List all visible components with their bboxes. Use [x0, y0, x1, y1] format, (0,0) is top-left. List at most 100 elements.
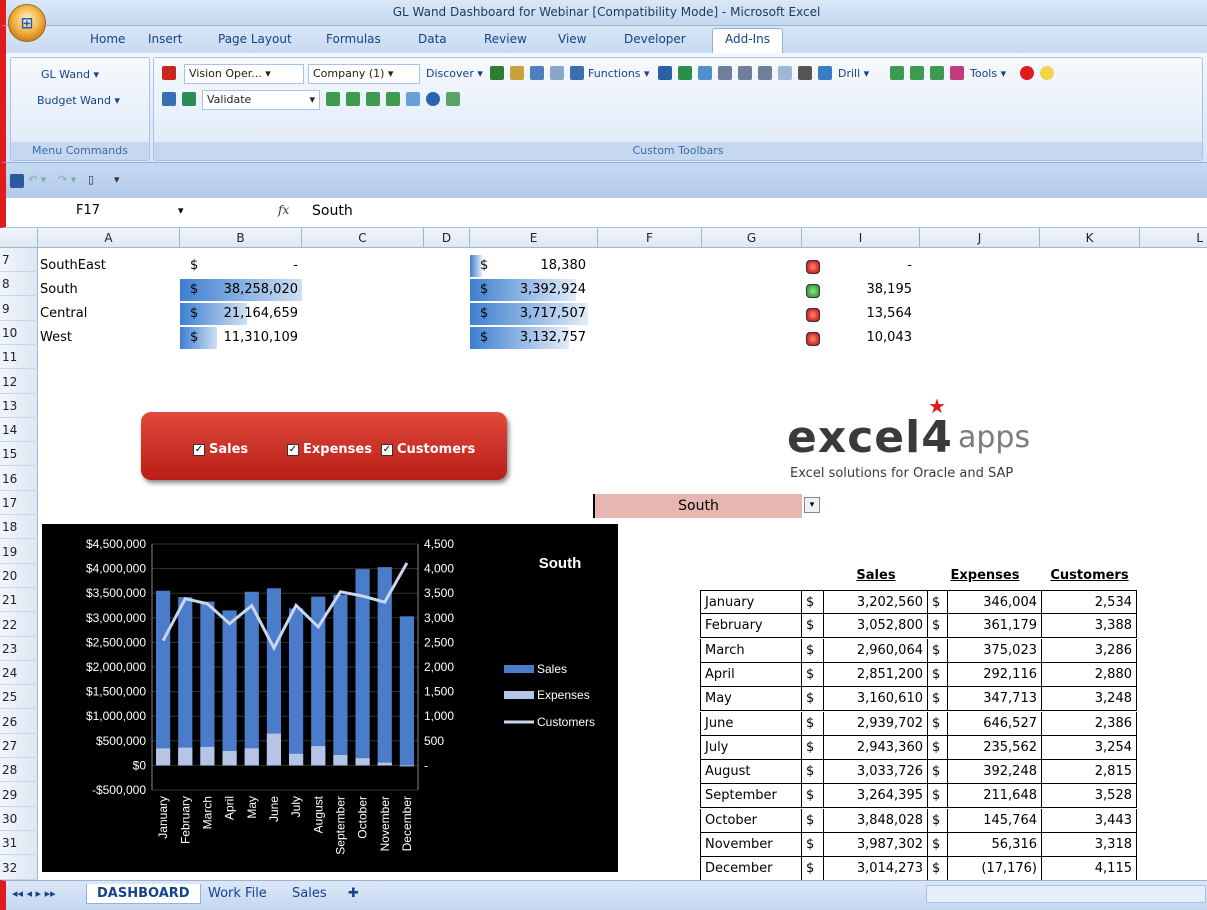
sales-checkbox[interactable]: ✓ Sales: [193, 442, 248, 457]
row-header[interactable]: 11: [0, 345, 38, 370]
camera-icon[interactable]: [798, 66, 812, 80]
add-hierarchy-icon[interactable]: [530, 66, 544, 80]
tree-icon[interactable]: [490, 66, 504, 80]
office-button[interactable]: ⊞: [8, 4, 46, 42]
refresh-icon[interactable]: [406, 92, 420, 106]
row-header[interactable]: 28: [0, 758, 38, 783]
gl-wand-menu[interactable]: GL Wand ▾: [41, 68, 99, 81]
functions-icon[interactable]: [570, 66, 584, 80]
row-header[interactable]: 16: [0, 467, 38, 491]
drill-down-icon[interactable]: [890, 66, 904, 80]
fx-sum-icon[interactable]: [162, 92, 176, 106]
column-header[interactable]: J: [920, 228, 1040, 248]
row-header[interactable]: 13: [0, 394, 38, 418]
calculator-icon[interactable]: [778, 66, 792, 80]
fx-dollar-icon[interactable]: [658, 66, 672, 80]
validate-combo[interactable]: Validate ▾: [202, 90, 320, 110]
fx-budget-icon[interactable]: [678, 66, 692, 80]
report-r-icon[interactable]: [718, 66, 732, 80]
insert-sheet-icon[interactable]: ✚: [338, 884, 369, 904]
insert-r-icon[interactable]: [326, 92, 340, 106]
column-header[interactable]: E: [470, 228, 598, 248]
budget-wand-menu[interactable]: Budget Wand ▾: [37, 94, 120, 107]
tab-page-layout[interactable]: Page Layout: [218, 32, 292, 46]
ledger-combo[interactable]: Vision Oper... ▾: [184, 64, 304, 84]
row-header[interactable]: 18: [0, 515, 38, 540]
row-header[interactable]: 24: [0, 661, 38, 686]
drill-across-icon[interactable]: [910, 66, 924, 80]
tab-developer[interactable]: Developer: [624, 32, 686, 46]
row-header[interactable]: 31: [0, 831, 38, 856]
insert-a-icon[interactable]: [366, 92, 380, 106]
column-header[interactable]: D: [424, 228, 470, 248]
company-combo[interactable]: Company (1) ▾: [308, 64, 420, 84]
sheet-tab-sales[interactable]: Sales: [282, 884, 337, 904]
new-document-icon[interactable]: ▯: [88, 173, 94, 186]
tab-add-ins[interactable]: Add-Ins: [712, 28, 783, 54]
row-header[interactable]: 20: [0, 564, 38, 588]
row-header[interactable]: 29: [0, 783, 38, 807]
filter-icon[interactable]: [818, 66, 832, 80]
sheet-nav-icon[interactable]: ◂◂ ◂ ▸ ▸▸: [12, 887, 56, 900]
row-header[interactable]: 26: [0, 710, 38, 734]
gl-wand-icon[interactable]: [162, 66, 176, 80]
name-box-dropdown-icon[interactable]: ▾: [178, 204, 184, 217]
formula-input[interactable]: South: [312, 203, 353, 219]
row-header[interactable]: 15: [0, 442, 38, 467]
tab-insert[interactable]: Insert: [148, 32, 182, 46]
row-header[interactable]: 10: [0, 321, 38, 345]
column-header[interactable]: A: [38, 228, 180, 248]
row-header[interactable]: 9: [0, 297, 38, 321]
row-header[interactable]: 14: [0, 418, 38, 443]
chart-wizard-icon[interactable]: [446, 92, 460, 106]
horizontal-scrollbar[interactable]: [926, 885, 1206, 903]
region-dropdown-arrow-icon[interactable]: ▾: [804, 497, 820, 513]
insert-s-icon[interactable]: [346, 92, 360, 106]
row-header[interactable]: 7: [0, 248, 38, 272]
help-icon[interactable]: [1040, 66, 1054, 80]
expenses-checkbox[interactable]: ✓ Expenses: [287, 442, 372, 457]
customize-qat-icon[interactable]: ▾: [114, 173, 120, 186]
fx-icon[interactable]: fx: [278, 203, 289, 217]
column-header[interactable]: B: [180, 228, 302, 248]
tab-home[interactable]: Home: [90, 32, 125, 46]
select-all-corner[interactable]: [0, 228, 38, 248]
row-header[interactable]: 22: [0, 613, 38, 637]
column-header[interactable]: C: [302, 228, 424, 248]
row-header[interactable]: 25: [0, 685, 38, 710]
save-icon[interactable]: [10, 174, 24, 188]
series-toggle-panel[interactable]: ✓ Sales ✓ Expenses ✓ Customers: [141, 412, 507, 480]
drill-star-icon[interactable]: [950, 66, 964, 80]
row-header[interactable]: 8: [0, 272, 38, 297]
hierarchy-icon[interactable]: [510, 66, 524, 80]
drill-menu[interactable]: Drill ▾: [838, 67, 869, 80]
row-header[interactable]: 17: [0, 491, 38, 515]
row-header[interactable]: 12: [0, 370, 38, 394]
fx-up-icon[interactable]: [182, 92, 196, 106]
column-header[interactable]: L: [1140, 228, 1207, 248]
report-s-icon[interactable]: [738, 66, 752, 80]
column-header[interactable]: F: [598, 228, 702, 248]
column-header[interactable]: G: [702, 228, 802, 248]
row-header[interactable]: 19: [0, 540, 38, 564]
grid-icon[interactable]: [550, 66, 564, 80]
sheet-tab-dashboard[interactable]: DASHBOARD: [86, 884, 201, 904]
tab-formulas[interactable]: Formulas: [326, 32, 381, 46]
report-a-icon[interactable]: [758, 66, 772, 80]
insert-r2-icon[interactable]: [386, 92, 400, 106]
star-icon[interactable]: [1020, 66, 1034, 80]
row-header[interactable]: 32: [0, 856, 38, 880]
tab-data[interactable]: Data: [418, 32, 447, 46]
customers-checkbox[interactable]: ✓ Customers: [381, 442, 475, 457]
column-header[interactable]: K: [1040, 228, 1140, 248]
row-header[interactable]: 21: [0, 588, 38, 613]
row-header[interactable]: 30: [0, 807, 38, 831]
tools-menu[interactable]: Tools ▾: [970, 67, 1006, 80]
fx-account-icon[interactable]: [698, 66, 712, 80]
drill-up-icon[interactable]: [930, 66, 944, 80]
redo-icon[interactable]: ↷ ▾: [58, 173, 76, 186]
region-dropdown[interactable]: South: [593, 494, 802, 518]
info-icon[interactable]: [426, 92, 440, 106]
functions-menu[interactable]: Functions ▾: [588, 67, 650, 80]
row-header[interactable]: 23: [0, 637, 38, 661]
